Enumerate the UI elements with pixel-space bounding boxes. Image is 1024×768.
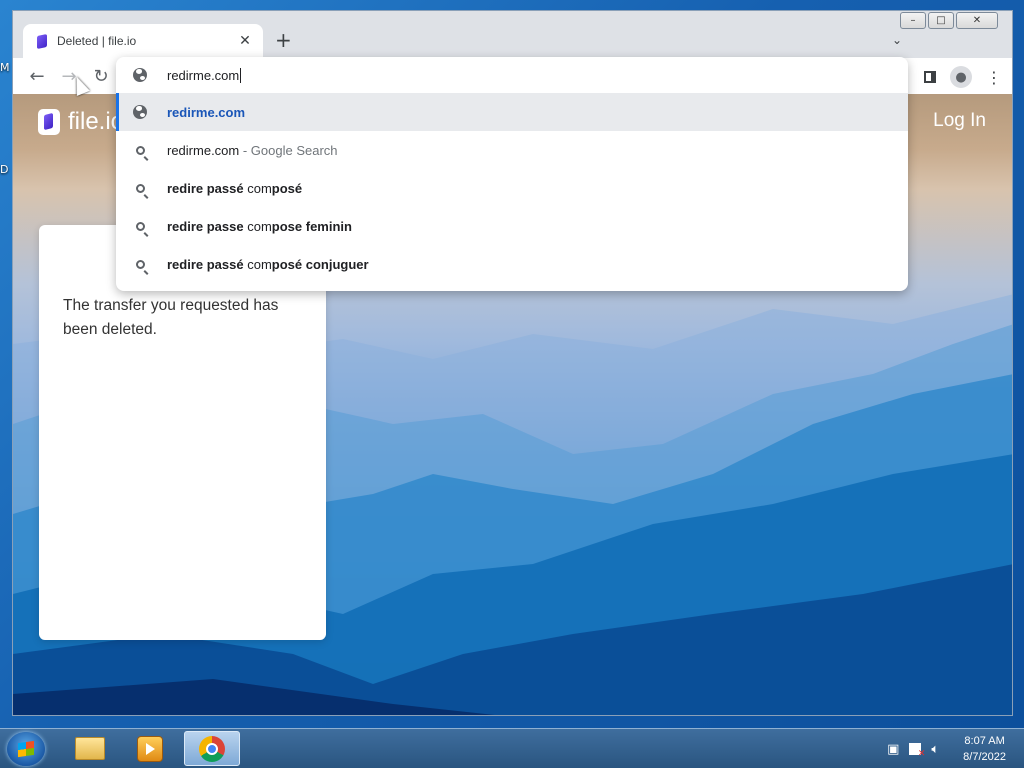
suggestion-text: redire passé composé [167, 181, 302, 196]
windows-logo-icon [18, 740, 34, 758]
chrome-icon [199, 735, 225, 762]
folder-icon [75, 737, 105, 760]
taskbar-chrome[interactable] [184, 731, 240, 766]
back-button[interactable]: ← [25, 64, 49, 88]
toolbar-actions: ● ⋮ [924, 66, 1002, 88]
file-io-favicon-icon [37, 33, 47, 49]
omnibox-input-row[interactable]: redirme.com [116, 57, 908, 93]
window-controls: – □ ✕ [900, 12, 998, 29]
search-icon [135, 259, 145, 269]
suggestion-item[interactable]: redire passe compose feminin [116, 207, 908, 245]
action-center-flag-icon[interactable] [909, 743, 925, 759]
site-logo[interactable]: file.io [38, 108, 124, 136]
profile-avatar-icon[interactable]: ● [950, 66, 972, 88]
suggestion-text: redire passé composé conjuguer [167, 257, 369, 272]
volume-icon[interactable]: 🔈︎ [931, 742, 939, 757]
globe-icon [133, 68, 147, 82]
suggestion-text: redirme.com - Google Search [167, 143, 338, 158]
desktop-icon-label[interactable]: M [0, 61, 10, 74]
media-player-icon [137, 735, 163, 762]
login-link[interactable]: Log In [933, 110, 986, 132]
reload-button[interactable]: ↻ [89, 64, 113, 88]
suggestion-suffix: - Google Search [239, 142, 338, 158]
desktop-icon-label[interactable]: D [0, 163, 8, 176]
suggestion-match: com [247, 180, 272, 196]
start-button[interactable] [7, 732, 45, 766]
suggestion-bold-prefix: redire passe [167, 218, 248, 234]
suggestion-match: com [247, 218, 272, 234]
taskbar-media-player[interactable] [122, 731, 178, 766]
suggestion-text: redirme.com [167, 104, 246, 120]
close-window-button[interactable]: ✕ [956, 12, 998, 29]
search-icon [135, 183, 145, 193]
omnibox-dropdown: redirme.com redirme.com redirme.com - Go… [116, 57, 908, 291]
browser-menu-icon[interactable]: ⋮ [986, 68, 1002, 87]
suggestion-text: redire passe compose feminin [167, 219, 352, 234]
tab-deleted-file-io[interactable]: Deleted | file.io ✕ [23, 24, 263, 58]
minimize-button[interactable]: – [900, 12, 926, 29]
globe-icon [133, 105, 147, 119]
address-bar-input[interactable]: redirme.com [167, 67, 242, 83]
clock[interactable]: 8:07 AM 8/7/2022 [963, 733, 1006, 765]
suggestion-item[interactable]: redirme.com [116, 93, 908, 131]
suggestion-bold-tail: pose feminin [271, 218, 352, 234]
network-icon[interactable]: ▣ [887, 742, 899, 757]
suggestion-item[interactable]: redire passé composé conjuguer [116, 245, 908, 283]
search-icon [135, 221, 145, 231]
suggestion-bold-prefix: redire passé [167, 180, 248, 196]
suggestion-query: redirme.com [167, 142, 240, 158]
taskbar: ▣ 🔈︎ 8:07 AM 8/7/2022 [0, 728, 1024, 768]
suggestion-item[interactable]: redire passé composé [116, 169, 908, 207]
suggestion-bold-prefix: redire passé [167, 256, 248, 272]
taskbar-explorer[interactable] [62, 731, 118, 766]
suggestion-match: com [247, 256, 272, 272]
new-tab-button[interactable]: + [275, 30, 292, 50]
system-tray: ▣ 🔈︎ 8:07 AM 8/7/2022 [887, 733, 1006, 765]
close-tab-icon[interactable]: ✕ [235, 33, 255, 49]
clock-time: 8:07 AM [964, 735, 1005, 747]
search-icon [135, 145, 145, 155]
suggestion-bold-tail: posé [271, 180, 303, 196]
file-io-logo-icon [38, 109, 60, 135]
tab-title: Deleted | file.io [57, 34, 137, 48]
maximize-button[interactable]: □ [928, 12, 954, 29]
side-panel-icon[interactable] [924, 71, 936, 83]
suggestion-bold-tail: posé conjuguer [271, 256, 369, 272]
tab-search-chevron-icon[interactable]: ⌄ [892, 33, 902, 47]
suggestion-item[interactable]: redirme.com - Google Search [116, 131, 908, 169]
clock-date: 8/7/2022 [963, 751, 1006, 763]
deleted-message: The transfer you requested has been dele… [63, 297, 279, 338]
